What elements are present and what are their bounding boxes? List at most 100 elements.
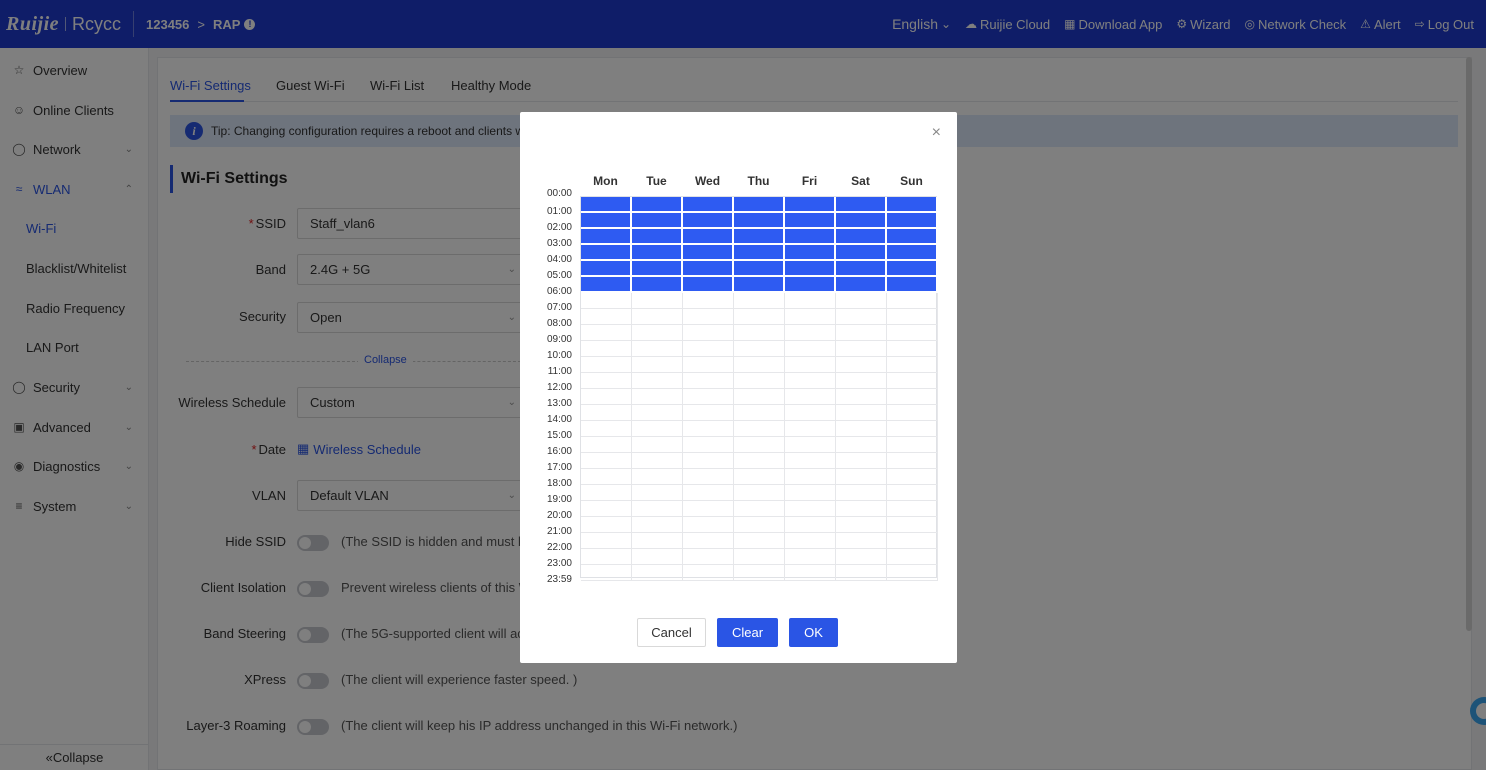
schedule-cell[interactable]	[632, 501, 683, 517]
schedule-cell[interactable]	[581, 469, 632, 485]
schedule-cell[interactable]	[836, 309, 887, 325]
schedule-cell[interactable]	[632, 373, 683, 389]
schedule-cell[interactable]	[734, 565, 785, 581]
schedule-cell[interactable]	[836, 405, 887, 421]
schedule-cell[interactable]	[785, 485, 836, 501]
schedule-cell[interactable]	[683, 501, 734, 517]
schedule-cell[interactable]	[683, 565, 734, 581]
schedule-cell[interactable]	[785, 437, 836, 453]
schedule-cell[interactable]	[683, 213, 734, 229]
schedule-cell[interactable]	[683, 277, 734, 293]
schedule-cell[interactable]	[632, 405, 683, 421]
schedule-cell[interactable]	[581, 517, 632, 533]
schedule-cell[interactable]	[836, 245, 887, 261]
schedule-cell[interactable]	[581, 501, 632, 517]
clear-button[interactable]: Clear	[717, 618, 778, 647]
schedule-cell[interactable]	[836, 357, 887, 373]
schedule-cell[interactable]	[632, 389, 683, 405]
schedule-cell[interactable]	[734, 517, 785, 533]
schedule-cell[interactable]	[887, 469, 938, 485]
schedule-cell[interactable]	[887, 421, 938, 437]
schedule-cell[interactable]	[836, 261, 887, 277]
schedule-cell[interactable]	[785, 389, 836, 405]
schedule-cell[interactable]	[632, 421, 683, 437]
schedule-cell[interactable]	[581, 325, 632, 341]
schedule-cell[interactable]	[785, 293, 836, 309]
schedule-cell[interactable]	[683, 453, 734, 469]
schedule-cell[interactable]	[836, 277, 887, 293]
schedule-cell[interactable]	[734, 261, 785, 277]
schedule-cell[interactable]	[734, 357, 785, 373]
schedule-cell[interactable]	[683, 293, 734, 309]
schedule-cell[interactable]	[887, 245, 938, 261]
schedule-cell[interactable]	[887, 533, 938, 549]
schedule-cell[interactable]	[581, 341, 632, 357]
schedule-cell[interactable]	[836, 485, 887, 501]
schedule-cell[interactable]	[785, 373, 836, 389]
schedule-cell[interactable]	[785, 197, 836, 213]
schedule-cell[interactable]	[785, 469, 836, 485]
schedule-cell[interactable]	[683, 517, 734, 533]
schedule-cell[interactable]	[887, 229, 938, 245]
schedule-cell[interactable]	[632, 325, 683, 341]
schedule-cell[interactable]	[683, 245, 734, 261]
schedule-cell[interactable]	[734, 293, 785, 309]
schedule-cell[interactable]	[683, 485, 734, 501]
schedule-cell[interactable]	[734, 245, 785, 261]
schedule-cell[interactable]	[887, 213, 938, 229]
schedule-cell[interactable]	[785, 277, 836, 293]
schedule-cell[interactable]	[581, 277, 632, 293]
schedule-cell[interactable]	[785, 341, 836, 357]
schedule-cell[interactable]	[632, 229, 683, 245]
schedule-cell[interactable]	[632, 485, 683, 501]
schedule-cell[interactable]	[887, 357, 938, 373]
schedule-cell[interactable]	[785, 565, 836, 581]
schedule-cell[interactable]	[683, 549, 734, 565]
schedule-cell[interactable]	[734, 405, 785, 421]
schedule-cell[interactable]	[785, 213, 836, 229]
schedule-cell[interactable]	[785, 421, 836, 437]
schedule-cell[interactable]	[887, 261, 938, 277]
schedule-cell[interactable]	[734, 213, 785, 229]
schedule-cell[interactable]	[836, 549, 887, 565]
schedule-cell[interactable]	[632, 197, 683, 213]
schedule-cell[interactable]	[887, 517, 938, 533]
schedule-cell[interactable]	[632, 309, 683, 325]
schedule-cell[interactable]	[785, 453, 836, 469]
schedule-cell[interactable]	[836, 213, 887, 229]
schedule-cell[interactable]	[734, 469, 785, 485]
schedule-cell[interactable]	[683, 373, 734, 389]
schedule-cell[interactable]	[632, 437, 683, 453]
schedule-cell[interactable]	[632, 533, 683, 549]
schedule-cell[interactable]	[581, 213, 632, 229]
schedule-cell[interactable]	[581, 565, 632, 581]
schedule-cell[interactable]	[836, 389, 887, 405]
schedule-cell[interactable]	[785, 501, 836, 517]
schedule-cell[interactable]	[734, 549, 785, 565]
schedule-cell[interactable]	[887, 197, 938, 213]
schedule-cell[interactable]	[683, 469, 734, 485]
ok-button[interactable]: OK	[789, 618, 838, 647]
schedule-cell[interactable]	[836, 341, 887, 357]
schedule-cell[interactable]	[785, 229, 836, 245]
schedule-cell[interactable]	[581, 549, 632, 565]
schedule-cell[interactable]	[581, 453, 632, 469]
schedule-cell[interactable]	[836, 533, 887, 549]
schedule-cell[interactable]	[887, 277, 938, 293]
schedule-cell[interactable]	[734, 341, 785, 357]
schedule-cell[interactable]	[785, 309, 836, 325]
schedule-cell[interactable]	[887, 453, 938, 469]
schedule-grid[interactable]	[580, 196, 938, 581]
schedule-cell[interactable]	[734, 277, 785, 293]
schedule-cell[interactable]	[581, 229, 632, 245]
schedule-cell[interactable]	[785, 245, 836, 261]
schedule-cell[interactable]	[734, 309, 785, 325]
schedule-cell[interactable]	[632, 277, 683, 293]
schedule-cell[interactable]	[734, 437, 785, 453]
schedule-cell[interactable]	[632, 453, 683, 469]
schedule-cell[interactable]	[887, 549, 938, 565]
schedule-cell[interactable]	[581, 309, 632, 325]
schedule-cell[interactable]	[581, 389, 632, 405]
schedule-cell[interactable]	[887, 389, 938, 405]
schedule-cell[interactable]	[887, 293, 938, 309]
